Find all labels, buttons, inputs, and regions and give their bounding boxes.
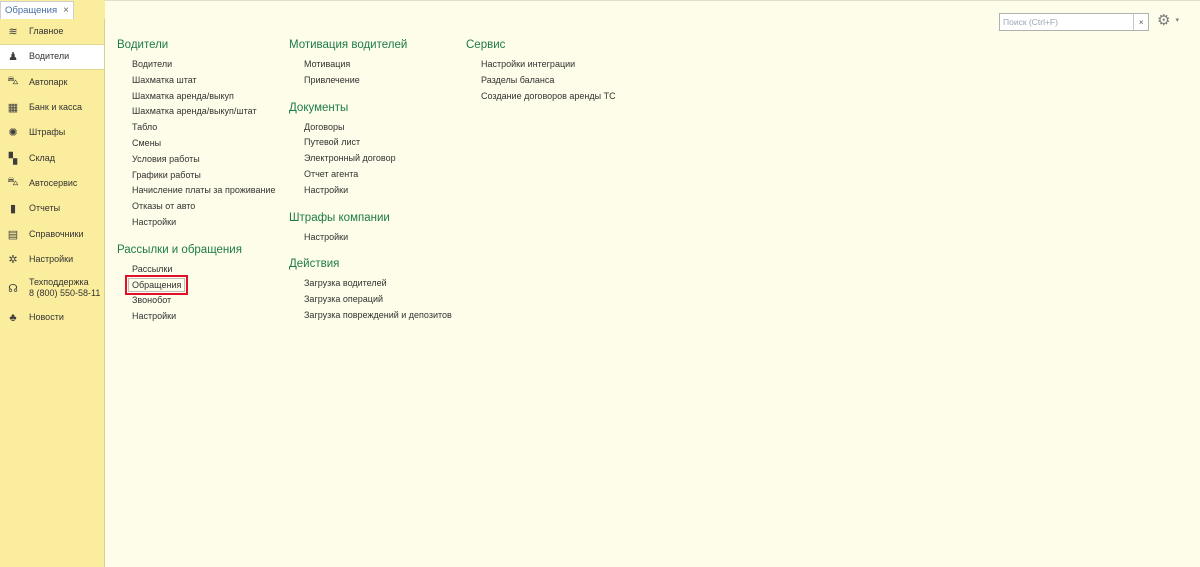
sidebar: ≋ Главное ♟ Водители ⛍ Автопарк ▦ Банк и… [0, 19, 105, 567]
link-load-drivers[interactable]: Загрузка водителей [289, 276, 452, 292]
group-title-company-fines: Штрафы компании [289, 211, 390, 224]
sidebar-item-news[interactable]: ♣ Новости [0, 305, 104, 330]
gear-icon[interactable]: ⚙ ▾ [1157, 12, 1179, 30]
sidebar-item-reports[interactable]: ▮ Отчеты [0, 196, 104, 221]
sidebar-item-label: Отчеты [29, 203, 61, 214]
link-documents-settings[interactable]: Настройки [289, 183, 452, 199]
link-contracts[interactable]: Договоры [289, 120, 452, 136]
link-chess-staff[interactable]: Шахматка штат [117, 73, 275, 89]
sidebar-item-label: Новости [29, 312, 64, 323]
sidebar-item-label: Водители [29, 51, 70, 62]
clear-search-icon[interactable]: × [1133, 14, 1148, 30]
link-callbot[interactable]: Звонобот [117, 293, 275, 309]
link-chess-rent[interactable]: Шахматка аренда/выкуп [117, 89, 275, 105]
link-drivers-settings[interactable]: Настройки [117, 215, 275, 231]
link-load-operations[interactable]: Загрузка операций [289, 292, 452, 308]
link-mailings[interactable]: Рассылки [117, 262, 275, 278]
group-title-mailings: Рассылки и обращения [117, 243, 242, 256]
column-2: Мотивация водителей Мотивация Привлечени… [289, 38, 452, 324]
tab-label: Обращения [5, 5, 58, 16]
sidebar-item-autoservice[interactable]: ⛍ Автосервис [0, 171, 104, 196]
link-load-damages[interactable]: Загрузка повреждений и депозитов [289, 308, 452, 324]
link-integration-settings[interactable]: Настройки интеграции [466, 57, 616, 73]
tab-close-icon[interactable]: × [63, 5, 69, 16]
sidebar-item-label: Главное [29, 26, 64, 37]
sidebar-item-label: Справочники [29, 228, 84, 239]
main-content: Водители Водители Шахматка штат Шахматка… [105, 0, 1200, 567]
sidebar-item-settings[interactable]: ✲ Настройки [0, 247, 104, 272]
bell-icon: ♣ [9, 311, 17, 324]
gear-dropdown-icon: ▾ [1175, 17, 1179, 24]
support-title: Техподдержка [29, 277, 89, 288]
link-mailings-settings[interactable]: Настройки [117, 309, 275, 325]
search-box: × [999, 13, 1149, 31]
fines-icon: ✺ [8, 127, 18, 140]
sidebar-item-label: Штрафы [29, 127, 66, 138]
settings-icon: ✲ [8, 253, 18, 266]
directory-icon: ▤ [7, 228, 19, 241]
link-agent-report[interactable]: Отчет агента [289, 167, 452, 183]
sidebar-item-label: Склад [29, 152, 56, 163]
group-title-actions: Действия [289, 258, 340, 271]
link-work-conditions[interactable]: Условия работы [117, 152, 275, 168]
link-appeals-wrapper: Обращения [117, 274, 275, 295]
link-create-rent-contracts[interactable]: Создание договоров аренды ТС [466, 89, 616, 105]
sidebar-item-label: Автопарк [29, 76, 68, 87]
link-car-refusals[interactable]: Отказы от авто [117, 199, 275, 215]
sidebar-item-label: Автосервис [29, 177, 78, 188]
link-attraction[interactable]: Привлечение [289, 73, 452, 89]
link-work-schedules[interactable]: Графики работы [117, 168, 275, 184]
group-title-drivers: Водители [117, 39, 169, 51]
tab-strip: Обращения × [0, 0, 105, 19]
reports-icon: ▮ [9, 203, 17, 216]
group-title-service: Сервис [466, 39, 506, 51]
link-balance-sections[interactable]: Разделы баланса [466, 73, 616, 89]
sidebar-item-label: Настройки [29, 253, 74, 264]
link-e-contract[interactable]: Электронный договор [289, 151, 452, 167]
sidebar-item-main[interactable]: ≋ Главное [0, 19, 104, 44]
link-shifts[interactable]: Смены [117, 136, 275, 152]
sidebar-item-directories[interactable]: ▤ Справочники [0, 221, 104, 246]
autoservice-icon: ⛍ [7, 176, 19, 189]
link-board[interactable]: Табло [117, 120, 275, 136]
group-title-motivation: Мотивация водителей [289, 39, 408, 51]
headset-icon: ☊ [8, 282, 18, 295]
link-waybill[interactable]: Путевой лист [289, 135, 452, 151]
sidebar-item-label: Техподдержка 8 (800) 550-58-11 [29, 277, 100, 299]
sidebar-item-bank[interactable]: ▦ Банк и касса [0, 95, 104, 120]
warehouse-icon: ▚ [8, 152, 18, 165]
link-company-fines-settings[interactable]: Настройки [289, 230, 452, 246]
sidebar-item-drivers[interactable]: ♟ Водители [0, 44, 104, 70]
column-1: Водители Водители Шахматка штат Шахматка… [117, 38, 275, 325]
sidebar-item-warehouse[interactable]: ▚ Склад [0, 145, 104, 170]
bank-icon: ▦ [7, 102, 19, 115]
sidebar-item-label: Банк и касса [29, 102, 82, 113]
driver-icon: ♟ [8, 51, 18, 64]
link-drivers[interactable]: Водители [117, 57, 275, 73]
tab-obrashcheniya[interactable]: Обращения × [0, 1, 74, 19]
sidebar-item-fleet[interactable]: ⛍ Автопарк [0, 70, 104, 95]
link-motivation[interactable]: Мотивация [289, 57, 452, 73]
support-phone: 8 (800) 550-58-11 [29, 288, 101, 299]
sidebar-item-fines[interactable]: ✺ Штрафы [0, 120, 104, 145]
search-input[interactable] [1000, 14, 1134, 30]
link-appeals[interactable]: Обращения [124, 274, 189, 295]
link-chess-rent-staff[interactable]: Шахматка аренда/выкуп/штат [117, 104, 275, 120]
link-accommodation-fee[interactable]: Начисление платы за проживание [117, 183, 275, 199]
sidebar-item-support[interactable]: ☊ Техподдержка 8 (800) 550-58-11 [0, 272, 104, 305]
column-3: Сервис Настройки интеграции Разделы бала… [466, 38, 616, 104]
main-icon: ≋ [8, 26, 18, 39]
car-icon: ⛍ [7, 75, 19, 88]
group-title-documents: Документы [289, 101, 349, 114]
